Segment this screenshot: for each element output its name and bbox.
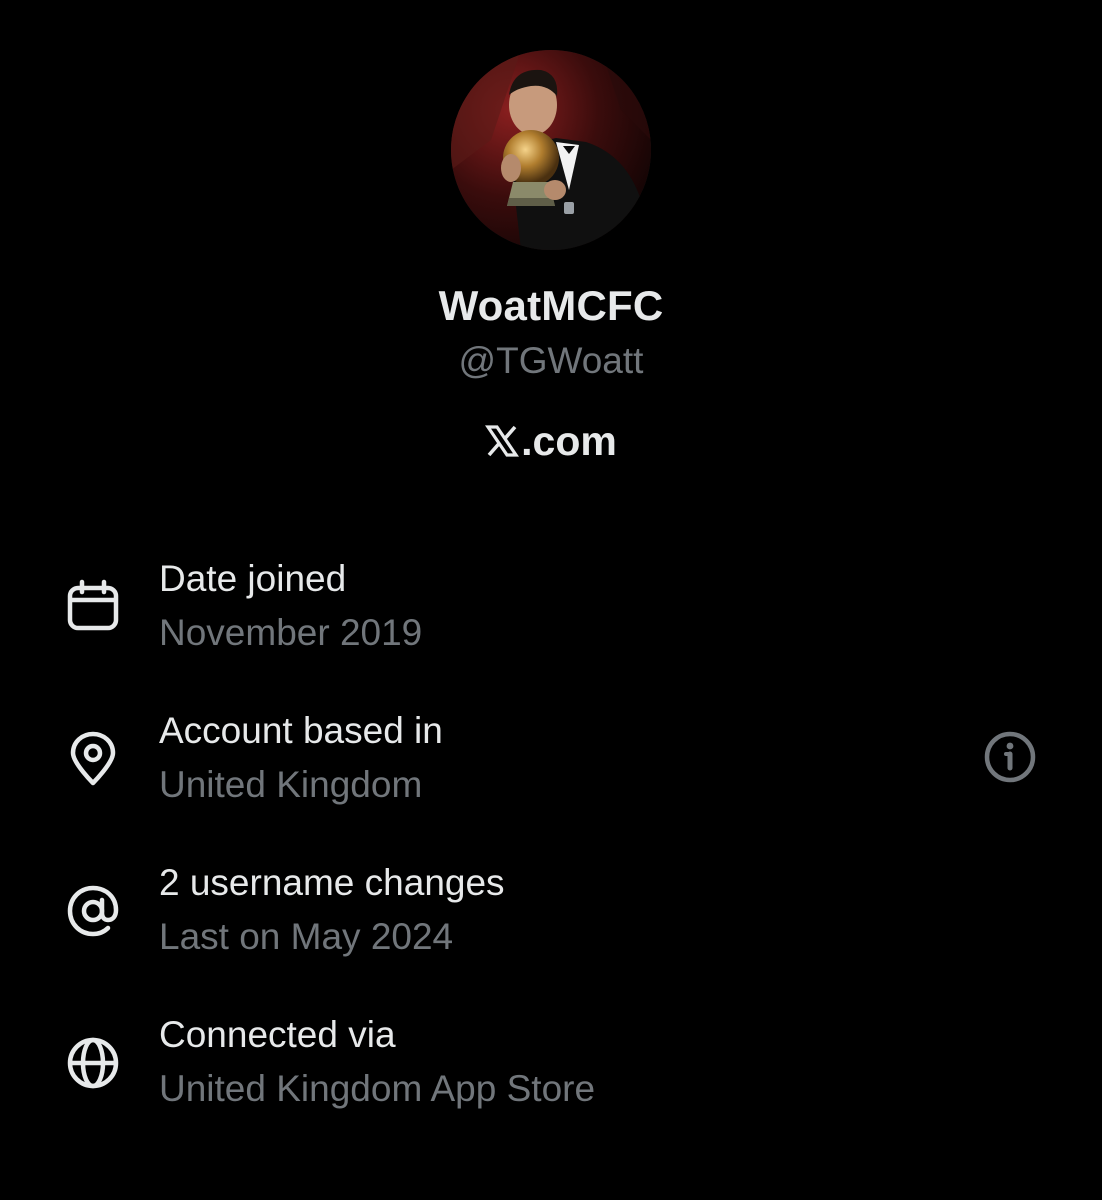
avatar-image [451,50,651,250]
info-value: United Kingdom [159,764,423,805]
at-sign-icon [64,882,122,940]
website-link[interactable]: .com [0,418,1102,465]
info-title: Connected via [159,1014,396,1055]
website-link-text: .com [521,418,617,464]
username-handle: @TGWoatt [458,340,644,381]
x-logo-icon [485,421,520,457]
calendar-icon [64,578,122,636]
info-icon[interactable] [982,729,1038,785]
info-title: 2 username changes [159,862,505,903]
avatar[interactable] [451,50,651,250]
info-row-username-changes: 2 username changes Last on May 2024 [0,844,1102,974]
info-value: United Kingdom App Store [159,1068,596,1109]
location-pin-icon [64,730,122,788]
info-row-account-based-in: Account based in United Kingdom [0,692,1102,822]
info-title: Account based in [159,710,443,751]
globe-icon [64,1034,122,1092]
info-value: November 2019 [159,612,423,653]
display-name: WoatMCFC [438,282,664,329]
profile-header: WoatMCFC @TGWoatt .com [0,0,1102,480]
info-title: Date joined [159,558,347,599]
info-row-connected-via: Connected via United Kingdom App Store [0,996,1102,1126]
info-row-date-joined: Date joined November 2019 [0,540,1102,670]
info-value: Last on May 2024 [159,916,454,957]
